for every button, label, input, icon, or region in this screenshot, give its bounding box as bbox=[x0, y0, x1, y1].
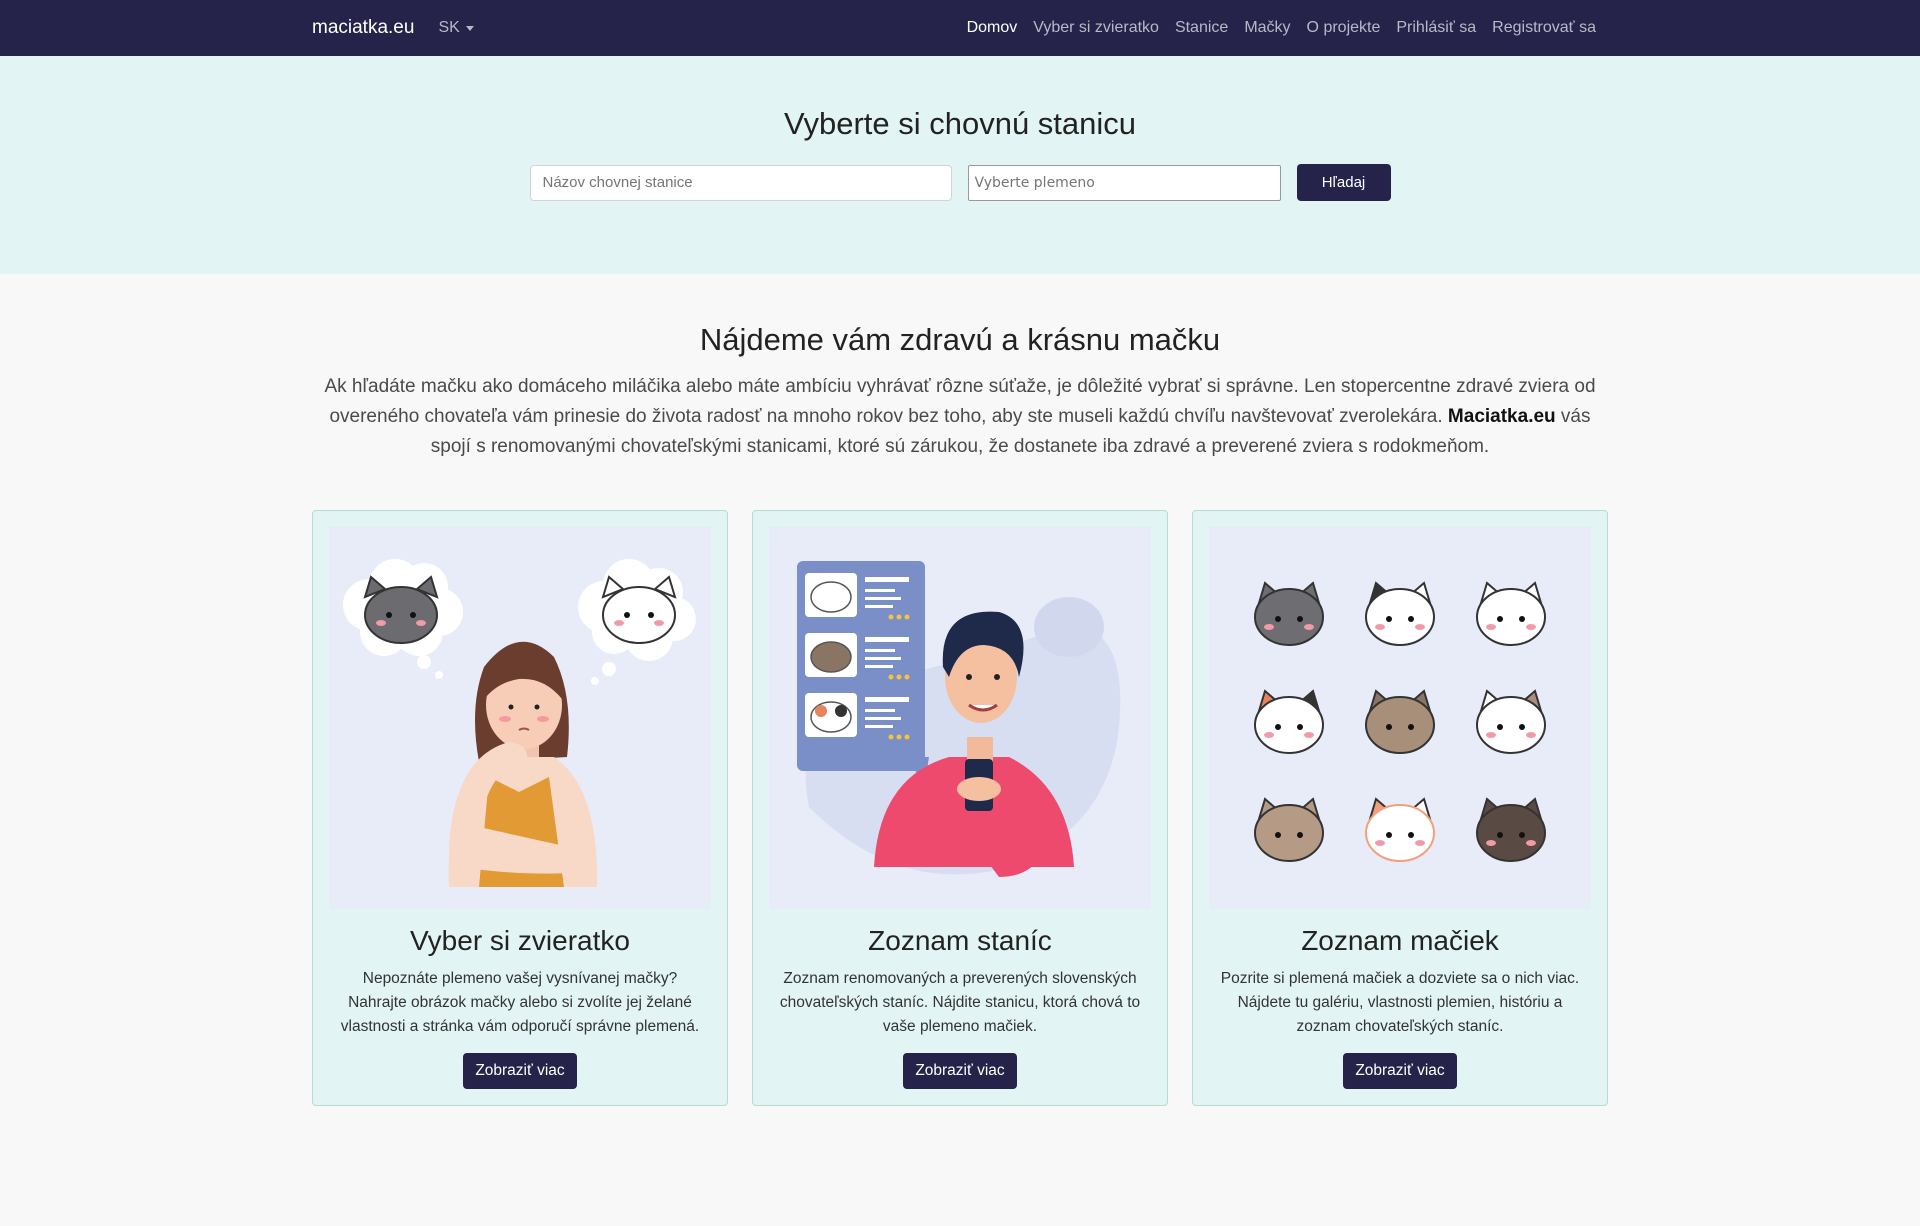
nav-links: Domov Vyber si zvieratko Stanice Mačky O… bbox=[967, 19, 1596, 37]
language-label: SK bbox=[438, 19, 460, 36]
card-text: Nepoznáte plemeno vašej vysnívanej mačky… bbox=[340, 970, 700, 1035]
show-more-button[interactable]: Zobraziť viac bbox=[903, 1053, 1017, 1089]
navbar: maciatka.eu SK Domov Vyber si zvieratko … bbox=[0, 0, 1920, 56]
intro-brand-bold: Maciatka.eu bbox=[1447, 406, 1556, 427]
intro-text-part-1: Ak hľadáte mačku ako domáceho miláčika a… bbox=[324, 376, 1596, 427]
nav-link-login[interactable]: Prihlásiť sa bbox=[1396, 19, 1476, 37]
show-more-button[interactable]: Zobraziť viac bbox=[463, 1053, 577, 1089]
cat-faces-grid-illustration bbox=[1209, 527, 1591, 909]
station-name-input[interactable] bbox=[529, 164, 952, 201]
chevron-down-icon bbox=[465, 25, 474, 31]
intro-section: Nájdeme vám zdravú a krásnu mačku Ak hľa… bbox=[0, 274, 1920, 462]
card-choose-animal: Vyber si zvieratko Nepoznáte plemeno vaš… bbox=[312, 510, 728, 1106]
nav-link-home[interactable]: Domov bbox=[967, 19, 1018, 37]
nav-link-register[interactable]: Registrovať sa bbox=[1492, 19, 1596, 37]
thinking-girl-illustration bbox=[329, 527, 711, 909]
card-title: Zoznam mačiek bbox=[1301, 925, 1499, 956]
nav-link-about[interactable]: O projekte bbox=[1307, 19, 1381, 37]
breed-select-input[interactable] bbox=[967, 164, 1281, 201]
feature-cards: Vyber si zvieratko Nepoznáte plemeno vaš… bbox=[0, 462, 1920, 1106]
language-dropdown[interactable]: SK bbox=[438, 19, 474, 37]
card-stations-list: Zoznam staníc Zoznam renomovaných a prev… bbox=[752, 510, 1168, 1106]
search-button[interactable]: Hľadaj bbox=[1296, 164, 1391, 201]
brand-logo[interactable]: maciatka.eu bbox=[312, 17, 414, 39]
man-with-phone-illustration bbox=[769, 527, 1151, 909]
card-title: Vyber si zvieratko bbox=[410, 925, 630, 956]
nav-link-stations[interactable]: Stanice bbox=[1175, 19, 1228, 37]
card-text: Zoznam renomovaných a preverených sloven… bbox=[779, 970, 1141, 1035]
show-more-button[interactable]: Zobraziť viac bbox=[1343, 1053, 1457, 1089]
hero-title: Vyberte si chovnú stanicu bbox=[783, 106, 1137, 141]
intro-title: Nájdeme vám zdravú a krásnu mačku bbox=[699, 322, 1221, 357]
card-title: Zoznam staníc bbox=[868, 925, 1052, 956]
card-cats-list: Zoznam mačiek Pozrite si plemená mačiek … bbox=[1192, 510, 1608, 1106]
nav-link-cats[interactable]: Mačky bbox=[1244, 19, 1290, 37]
card-text: Pozrite si plemená mačiek a dozviete sa … bbox=[1220, 970, 1580, 1035]
search-form: Hľadaj bbox=[529, 164, 1391, 201]
intro-text: Ak hľadáte mačku ako domáceho miláčika a… bbox=[312, 372, 1608, 462]
nav-link-choose-animal[interactable]: Vyber si zvieratko bbox=[1033, 19, 1159, 37]
hero-section: Vyberte si chovnú stanicu Hľadaj bbox=[0, 56, 1920, 274]
